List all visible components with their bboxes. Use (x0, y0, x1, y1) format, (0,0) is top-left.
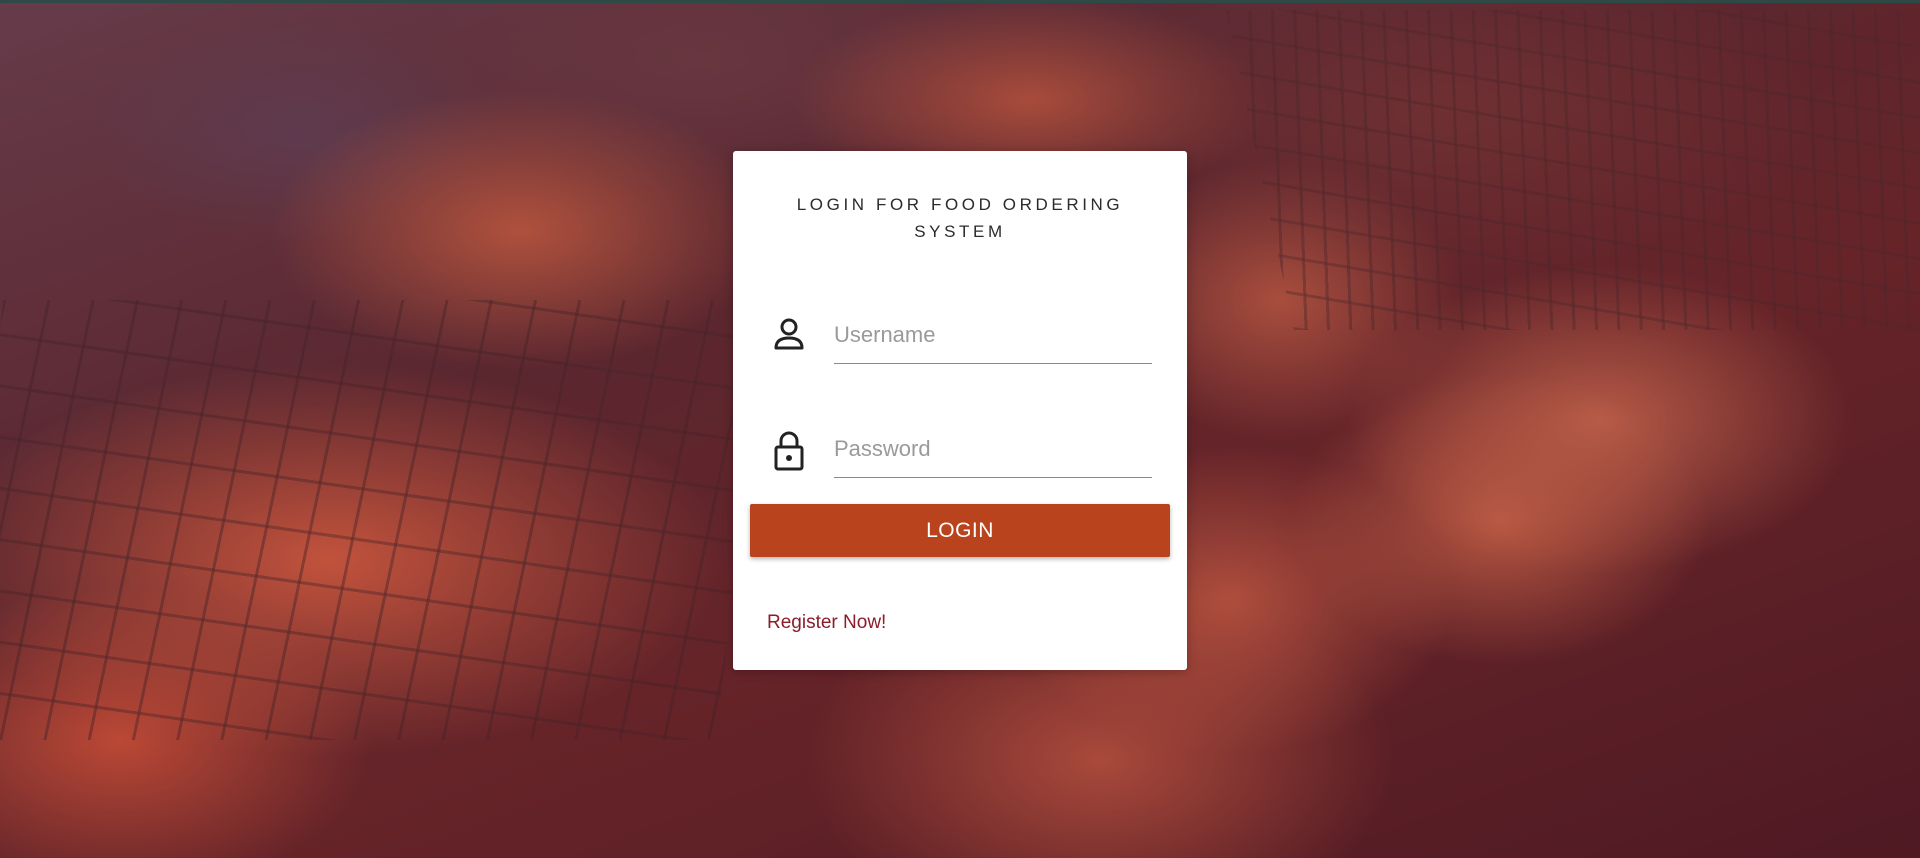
username-input[interactable] (834, 307, 1152, 364)
password-field-group (771, 421, 1152, 481)
login-button[interactable]: LOGIN (750, 504, 1170, 557)
password-input[interactable] (834, 421, 1152, 478)
person-icon (771, 315, 807, 355)
login-title: LOGIN FOR FOOD ORDERING SYSTEM (796, 195, 1124, 241)
lock-icon (771, 429, 807, 471)
login-card: LOGIN FOR FOOD ORDERING SYSTEM LOGIN (733, 151, 1187, 670)
top-border (0, 0, 1920, 3)
register-link[interactable]: Register Now! (767, 612, 886, 634)
username-field-group (771, 307, 1152, 367)
login-page: LOGIN FOR FOOD ORDERING SYSTEM LOGIN (0, 0, 1920, 858)
